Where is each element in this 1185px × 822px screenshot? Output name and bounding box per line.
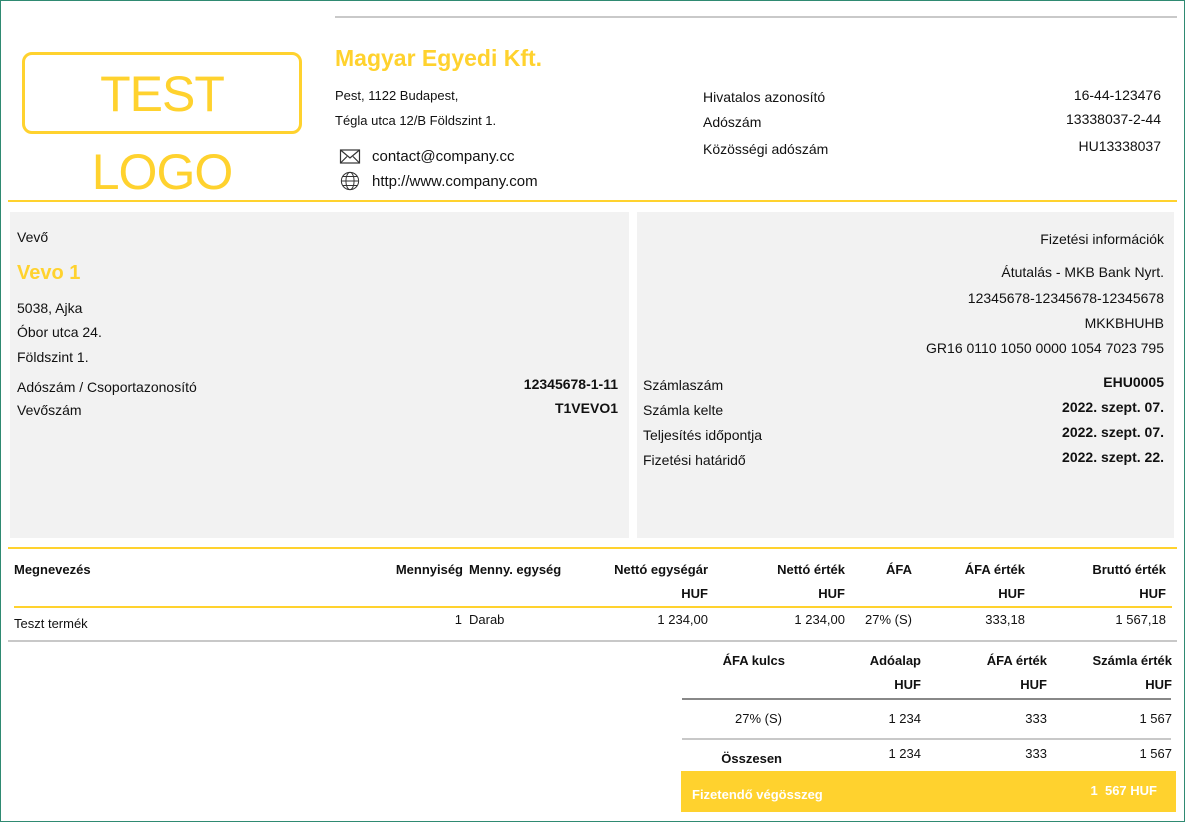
- eu-tax-number-label: Közösségi adószám: [703, 141, 829, 157]
- header-divider: [8, 200, 1177, 202]
- col-header-unit: Menny. egység: [469, 562, 562, 577]
- items-header-divider: [14, 606, 1172, 608]
- summary-header-divider: [682, 698, 1171, 700]
- col-header-vat-value: ÁFA érték: [964, 562, 1025, 577]
- bank-account-number: 12345678-12345678-12345678: [967, 290, 1164, 306]
- col-header-name: Megnevezés: [14, 562, 91, 577]
- official-id-label: Hivatalos azonosító: [703, 89, 826, 105]
- invoice-number-value: EHU0005: [1103, 374, 1164, 390]
- seller-address-line1: Pest, 1122 Budapest,: [335, 88, 459, 103]
- tax-number-label: Adószám: [703, 114, 762, 130]
- col-header-gross-value: Bruttó érték: [1092, 562, 1166, 577]
- seller-address-line2: Tégla utca 12/B Földszint 1.: [335, 113, 497, 128]
- summary-total-base: 1 234: [888, 746, 921, 761]
- official-id-value: 16-44-123476: [1073, 87, 1161, 103]
- customer-number-value: T1VEVO1: [554, 400, 618, 416]
- summary-header-vat-value: ÁFA érték: [986, 653, 1047, 668]
- summary-total-divider: [682, 738, 1171, 740]
- globe-icon: [340, 171, 360, 191]
- summary-currency-base: HUF: [894, 677, 921, 692]
- buyer-name: Vevo 1: [17, 262, 81, 284]
- currency-gross-value: HUF: [1139, 586, 1166, 601]
- mail-icon: [339, 149, 361, 164]
- item-name: Teszt termék: [14, 616, 88, 631]
- summary-currency-vat-value: HUF: [1020, 677, 1047, 692]
- items-table-bottom-divider: [8, 640, 1177, 642]
- col-header-qty: Mennyiség: [395, 562, 463, 577]
- header-top-divider: [335, 16, 1177, 18]
- summary-vat-value: 333: [1025, 711, 1047, 726]
- summary-invoice-value: 1 567: [1139, 711, 1172, 726]
- fulfilment-date-value: 2022. szept. 07.: [1062, 424, 1164, 440]
- payment-heading: Fizetési információk: [1040, 231, 1164, 247]
- currency-net-value: HUF: [818, 586, 845, 601]
- company-logo: TEST LOGO: [22, 52, 302, 200]
- item-net-unit-price: 1 234,00: [657, 612, 708, 627]
- buyer-panel: [10, 212, 629, 538]
- invoice-date-value: 2022. szept. 07.: [1062, 399, 1164, 415]
- summary-base: 1 234: [888, 711, 921, 726]
- currency-net-unit-price: HUF: [681, 586, 708, 601]
- invoice-number-label: Számlaszám: [643, 377, 724, 393]
- payable-total-value: 1 567 HUF: [1090, 783, 1157, 798]
- buyer-address-line3: Földszint 1.: [17, 349, 89, 365]
- summary-rate: 27% (S): [735, 711, 782, 726]
- col-header-net-value: Nettó érték: [777, 562, 845, 577]
- buyer-address-line1: 5038, Ajka: [17, 300, 83, 316]
- eu-tax-number-value: HU13338037: [1078, 138, 1161, 154]
- buyer-tax-label: Adószám / Csoportazonosító: [17, 379, 197, 395]
- swift-code: MKKBHUHB: [1084, 315, 1164, 331]
- summary-header-rate: ÁFA kulcs: [722, 653, 785, 668]
- fulfilment-date-label: Teljesítés időpontja: [643, 427, 763, 443]
- item-gross-value: 1 567,18: [1115, 612, 1166, 627]
- currency-vat-value: HUF: [998, 586, 1025, 601]
- item-vat-value: 333,18: [985, 612, 1025, 627]
- buyer-address-line2: Óbor utca 24.: [17, 324, 102, 340]
- item-unit: Darab: [469, 612, 505, 627]
- due-date-value: 2022. szept. 22.: [1062, 449, 1164, 465]
- summary-header-base: Adóalap: [869, 653, 921, 668]
- due-date-label: Fizetési határidő: [643, 452, 746, 468]
- iban: GR16 0110 1050 0000 1054 7023 795: [926, 340, 1164, 356]
- buyer-heading: Vevő: [17, 229, 49, 245]
- customer-number-label: Vevőszám: [17, 402, 82, 418]
- seller-email-link[interactable]: contact@company.cc: [372, 148, 515, 165]
- payment-method: Átutalás - MKB Bank Nyrt.: [1001, 264, 1164, 280]
- payable-total-bar: Fizetendő végösszeg 1 567 HUF: [681, 771, 1176, 812]
- summary-currency-invoice-value: HUF: [1145, 677, 1172, 692]
- items-table-top-divider: [8, 547, 1177, 549]
- item-net-value: 1 234,00: [794, 612, 845, 627]
- payable-total-label: Fizetendő végösszeg: [692, 787, 823, 802]
- col-header-net-unit-price: Nettó egységár: [614, 562, 708, 577]
- summary-total-vat-value: 333: [1025, 746, 1047, 761]
- buyer-tax-value: 12345678-1-11: [523, 376, 618, 392]
- invoice-date-label: Számla kelte: [643, 402, 724, 418]
- summary-total-label: Összesen: [721, 751, 782, 766]
- summary-total-invoice-value: 1 567: [1139, 746, 1172, 761]
- summary-header-invoice-value: Számla érték: [1092, 653, 1173, 668]
- tax-number-value: 13338037-2-44: [1066, 111, 1161, 127]
- item-vat: 27% (S): [865, 612, 912, 627]
- col-header-vat: ÁFA: [886, 562, 912, 577]
- seller-name: Magyar Egyedi Kft.: [335, 45, 543, 71]
- item-qty: 1: [454, 612, 462, 627]
- seller-website-link[interactable]: http://www.company.com: [372, 173, 538, 190]
